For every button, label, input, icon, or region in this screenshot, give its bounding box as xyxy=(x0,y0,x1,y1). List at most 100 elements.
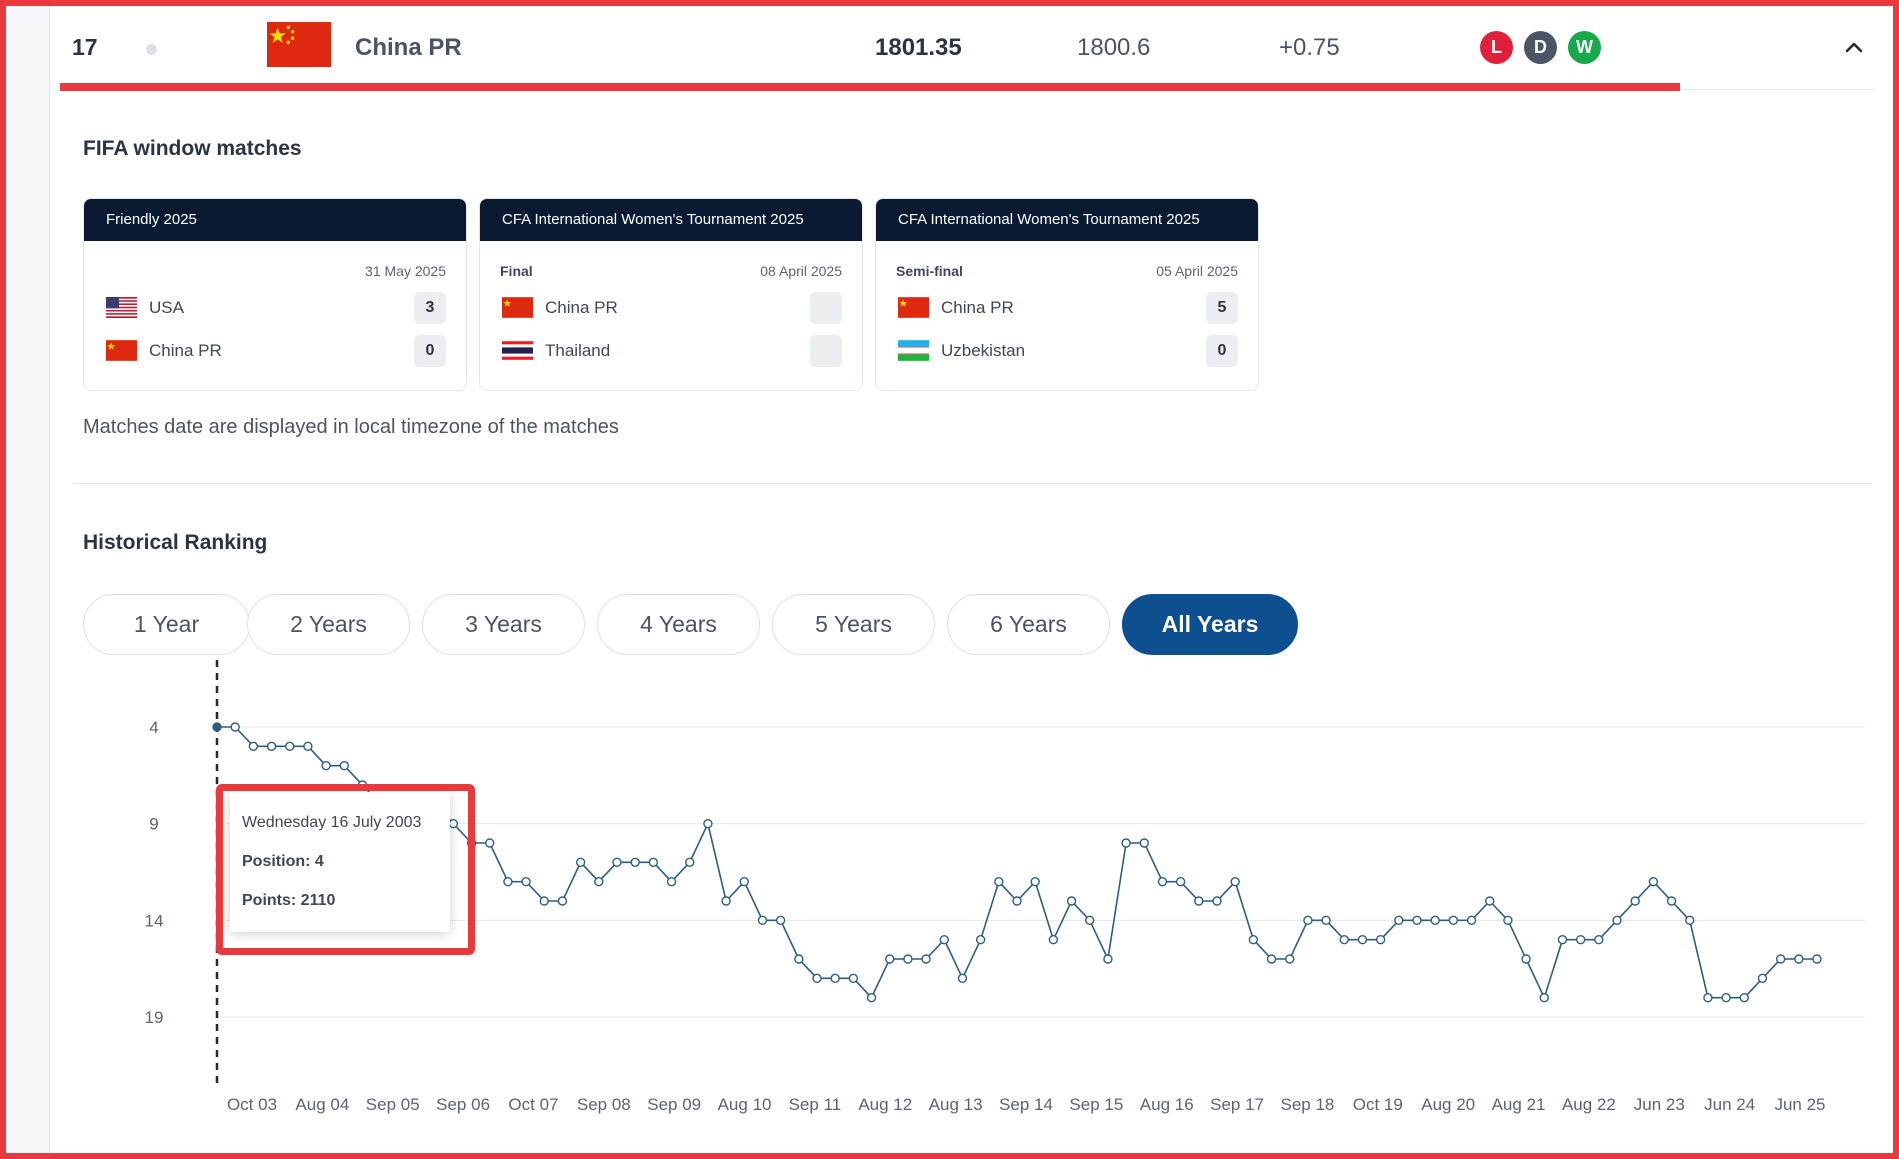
range-5-years-button[interactable]: 5 Years xyxy=(772,594,935,655)
thailand-flag-icon xyxy=(502,340,533,361)
match-card[interactable]: Friendly 2025 31 May 2025 USA 3 China PR… xyxy=(83,198,467,391)
match-competition: Friendly 2025 xyxy=(84,199,466,241)
data-point xyxy=(1757,973,1768,984)
team-name: Thailand xyxy=(545,341,611,360)
x-tick-label: Oct 03 xyxy=(227,1095,277,1114)
range-4-years-button[interactable]: 4 Years xyxy=(597,594,760,655)
data-point xyxy=(885,954,895,964)
china-flag-icon xyxy=(267,22,331,67)
data-point xyxy=(503,876,513,887)
points-change: +0.75 xyxy=(1279,34,1340,61)
data-point xyxy=(1248,934,1259,945)
section-divider xyxy=(72,483,1872,484)
data-point xyxy=(321,760,331,771)
data-point xyxy=(1630,896,1640,906)
range-3-years-button[interactable]: 3 Years xyxy=(422,594,585,655)
data-point xyxy=(1157,876,1168,887)
score-box: 3 xyxy=(414,292,446,324)
data-point xyxy=(1612,915,1622,926)
data-point xyxy=(739,876,749,887)
china-flag-icon xyxy=(898,297,929,318)
score-box: 0 xyxy=(1206,335,1238,367)
data-point xyxy=(285,741,295,752)
match-team-row: USA 3 xyxy=(106,292,446,324)
data-point xyxy=(1521,954,1531,964)
total-points: 1801.35 xyxy=(875,34,962,61)
tooltip-highlight-box xyxy=(216,784,475,955)
form-badge-draw: D xyxy=(1524,31,1557,64)
x-tick-label: Sep 15 xyxy=(1069,1095,1123,1114)
match-date: 08 April 2025 xyxy=(760,263,842,279)
data-point xyxy=(939,934,949,945)
range-all-years-button[interactable]: All Years xyxy=(1122,594,1298,655)
data-point xyxy=(703,818,713,829)
data-point xyxy=(521,876,531,887)
x-tick-label: Sep 14 xyxy=(999,1095,1053,1114)
data-point xyxy=(230,722,240,732)
china-flag-icon xyxy=(106,340,137,361)
team-name: China PR xyxy=(545,298,618,317)
data-point xyxy=(1121,838,1131,848)
data-point xyxy=(1012,896,1022,906)
match-competition: CFA International Women's Tournament 202… xyxy=(480,199,862,241)
team-name: China PR xyxy=(149,341,222,360)
data-point xyxy=(775,915,786,926)
timezone-note: Matches date are displayed in local time… xyxy=(83,416,619,438)
data-point xyxy=(1666,896,1677,906)
match-card[interactable]: CFA International Women's Tournament 202… xyxy=(875,198,1259,391)
data-point xyxy=(1485,896,1495,906)
data-point xyxy=(266,741,277,752)
data-point xyxy=(994,876,1004,887)
score-box: 0 xyxy=(414,335,446,367)
data-point xyxy=(594,876,604,887)
data-point xyxy=(1394,915,1404,926)
data-point xyxy=(1375,934,1386,945)
match-team-row: China PR xyxy=(502,292,842,324)
data-point xyxy=(1339,934,1349,945)
data-point xyxy=(339,760,349,771)
fifa-window-title: FIFA window matches xyxy=(83,137,302,160)
x-tick-label: Sep 05 xyxy=(366,1095,420,1114)
uzbekistan-flag-icon xyxy=(898,340,929,361)
range-6-years-button[interactable]: 6 Years xyxy=(947,594,1110,655)
match-team-row: Uzbekistan 0 xyxy=(898,335,1238,367)
data-point xyxy=(1557,934,1568,945)
score-box xyxy=(810,292,842,324)
trend-dot xyxy=(146,44,157,55)
match-date: 05 April 2025 xyxy=(1156,263,1238,279)
usa-flag-icon xyxy=(106,297,137,318)
range-2-years-button[interactable]: 2 Years xyxy=(247,594,410,655)
x-tick-label: Jun 23 xyxy=(1634,1095,1685,1114)
data-point xyxy=(1812,954,1822,964)
data-point xyxy=(1412,915,1422,926)
team-name: USA xyxy=(149,298,184,317)
chevron-up-icon[interactable] xyxy=(1839,32,1869,62)
china-flag-icon xyxy=(502,297,533,318)
data-point xyxy=(975,934,986,945)
x-tick-label: Sep 18 xyxy=(1281,1095,1335,1114)
x-tick-label: Jun 24 xyxy=(1704,1095,1755,1114)
x-tick-label: Aug 21 xyxy=(1492,1095,1546,1114)
match-card[interactable]: CFA International Women's Tournament 202… xyxy=(479,198,863,391)
data-point xyxy=(1066,896,1077,906)
data-point xyxy=(212,722,222,732)
score-box: 5 xyxy=(1206,292,1238,324)
ranking-row[interactable]: 17 China PR 1801.35 1800.6 +0.75 L D W xyxy=(50,6,1893,92)
data-point xyxy=(666,876,677,887)
data-point xyxy=(303,741,313,752)
range-1-year-button[interactable]: 1 Year xyxy=(83,594,250,655)
data-point xyxy=(1085,915,1095,926)
x-tick-label: Sep 09 xyxy=(647,1095,701,1114)
data-point xyxy=(921,954,931,964)
x-tick-label: Sep 08 xyxy=(577,1095,631,1114)
data-point xyxy=(1575,934,1586,945)
match-team-row: China PR 5 xyxy=(898,292,1238,324)
data-point xyxy=(1794,954,1804,964)
previous-points: 1800.6 xyxy=(1077,34,1151,61)
y-tick-label: 4 xyxy=(149,718,158,737)
data-point xyxy=(1503,915,1513,926)
data-point xyxy=(539,896,549,906)
x-tick-label: Sep 17 xyxy=(1210,1095,1264,1114)
x-tick-label: Sep 06 xyxy=(436,1095,490,1114)
data-point xyxy=(848,973,859,984)
